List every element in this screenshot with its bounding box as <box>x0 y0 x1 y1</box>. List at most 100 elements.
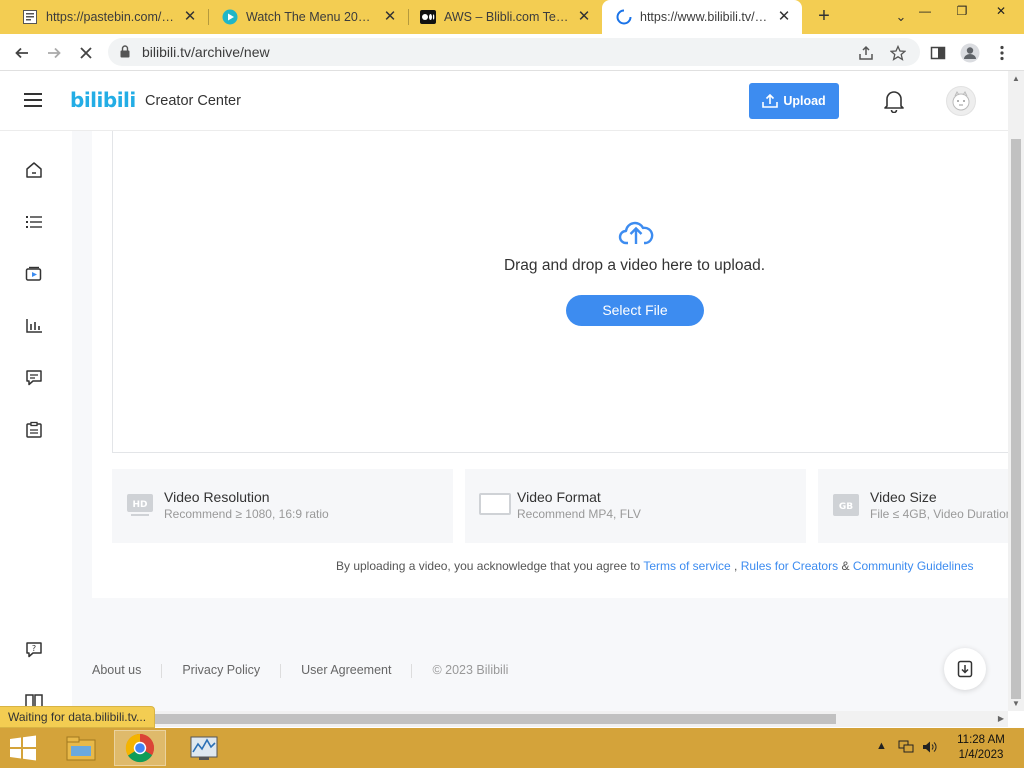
tab-title: AWS – Blibli.com Tech Bl <box>444 10 570 24</box>
footer-about-link[interactable]: About us <box>92 663 141 677</box>
loading-spinner-icon <box>616 9 632 25</box>
scroll-down-arrow-icon[interactable]: ▼ <box>1012 699 1020 708</box>
back-arrow-icon[interactable] <box>10 41 34 65</box>
page-title: Creator Center <box>145 93 241 109</box>
video-icon <box>25 266 42 281</box>
tab-aws-blibli[interactable]: AWS – Blibli.com Tech Bl ✕ <box>406 0 602 34</box>
upload-label: Upload <box>783 94 826 108</box>
close-icon[interactable]: ✕ <box>776 9 792 25</box>
profile-icon[interactable] <box>958 41 982 65</box>
address-bar[interactable]: bilibili.tv/archive/new <box>108 38 920 66</box>
sidebar-item-comments[interactable] <box>22 366 46 390</box>
forward-arrow-icon[interactable] <box>42 41 66 65</box>
requirement-desc: Recommend ≥ 1080, 16:9 ratio <box>164 507 329 521</box>
avatar[interactable] <box>946 86 976 116</box>
windows-taskbar: ▲ 11:28 AM 1/4/2023 <box>0 728 1024 768</box>
window-close-button[interactable]: ✕ <box>984 0 1018 24</box>
status-bubble: Waiting for data.bilibili.tv... <box>0 706 156 728</box>
svg-text:HD: HD <box>132 500 147 510</box>
sidebar-item-home[interactable] <box>22 158 46 182</box>
drag-drop-text: Drag and drop a video here to upload. <box>503 257 766 274</box>
requirement-title: Video Resolution <box>164 489 270 505</box>
video-format-icon <box>479 493 511 520</box>
close-icon[interactable]: ✕ <box>576 9 592 25</box>
close-icon[interactable]: ✕ <box>382 9 398 25</box>
show-hidden-icons-icon[interactable]: ▲ <box>876 740 887 752</box>
main-content: Drag and drop a video here to upload. Se… <box>72 131 1008 711</box>
tab-pastebin[interactable]: https://pastebin.com/raw ✕ <box>8 0 208 34</box>
requirement-format: Video Format Recommend MP4, FLV <box>465 469 806 543</box>
footer: About us Privacy Policy User Agreement © 20… <box>92 663 508 678</box>
agreement-amp: & <box>841 559 850 573</box>
vertical-scroll-thumb[interactable] <box>1011 139 1021 699</box>
new-tab-button[interactable]: + <box>812 5 836 29</box>
sidebar-item-list[interactable] <box>22 210 46 234</box>
clipboard-icon <box>26 421 42 438</box>
tab-strip: https://pastebin.com/raw ✕ Watch The Men… <box>0 0 1024 34</box>
download-float-button[interactable] <box>944 648 986 690</box>
windows-start-icon[interactable] <box>8 735 38 761</box>
url-text: bilibili.tv/archive/new <box>142 44 270 60</box>
tab-title: Watch The Menu 2022 fu <box>246 10 376 24</box>
requirement-title: Video Format <box>517 489 601 505</box>
restore-button[interactable]: ❐ <box>945 0 979 24</box>
agreement-text: By uploading a video, you acknowledge th… <box>336 559 974 573</box>
requirement-title: Video Size <box>870 489 937 505</box>
footer-privacy-link[interactable]: Privacy Policy <box>182 663 260 677</box>
help-icon: ? <box>26 642 42 658</box>
requirement-resolution: HD Video Resolution Recommend ≥ 1080, 16… <box>112 469 453 543</box>
browser-toolbar: bilibili.tv/archive/new <box>0 34 1024 71</box>
medium-favicon <box>420 9 436 25</box>
sidebar-item-tasks[interactable] <box>22 418 46 442</box>
tab-bilibili-active[interactable]: https://www.bilibili.tv/arc ✕ <box>602 0 802 34</box>
bell-icon[interactable] <box>883 89 905 114</box>
system-clock[interactable]: 11:28 AM 1/4/2023 <box>946 733 1016 763</box>
chrome-icon[interactable] <box>114 730 166 766</box>
bookmark-star-icon[interactable] <box>886 41 910 65</box>
lock-icon[interactable] <box>120 45 130 63</box>
vertical-scrollbar[interactable]: ▲ ▼ <box>1008 71 1024 711</box>
clock-date: 1/4/2023 <box>958 749 1004 761</box>
bilibili-logo[interactable]: bilibili <box>70 88 136 112</box>
rules-for-creators-link[interactable]: Rules for Creators <box>741 559 838 573</box>
file-explorer-icon[interactable] <box>55 730 107 766</box>
sidebar: ? <box>0 131 72 711</box>
pastebin-favicon <box>22 9 38 25</box>
scroll-up-arrow-icon[interactable]: ▲ <box>1012 74 1020 83</box>
scroll-right-arrow-icon[interactable]: ▶ <box>998 714 1004 723</box>
close-icon[interactable]: ✕ <box>182 9 198 25</box>
sidebar-item-videos[interactable] <box>22 262 46 286</box>
upload-icon <box>762 94 779 108</box>
requirement-desc: Recommend MP4, FLV <box>517 507 641 521</box>
terms-of-service-link[interactable]: Terms of service <box>643 559 730 573</box>
upload-dropzone[interactable] <box>112 131 1008 453</box>
upload-button[interactable]: Upload <box>749 83 839 119</box>
volume-icon[interactable] <box>922 740 938 757</box>
upload-card: Drag and drop a video here to upload. Se… <box>92 131 1008 598</box>
footer-user-agreement-link[interactable]: User Agreement <box>301 663 391 677</box>
community-guidelines-link[interactable]: Community Guidelines <box>853 559 974 573</box>
select-file-button[interactable]: Select File <box>566 295 704 326</box>
download-icon <box>957 660 973 678</box>
menu-icon[interactable] <box>24 93 42 109</box>
agreement-comma: , <box>734 559 738 573</box>
stop-loading-icon[interactable] <box>74 41 98 65</box>
footer-copyright: © 2023 Bilibili <box>432 663 509 677</box>
requirement-desc: File ≤ 4GB, Video Duration <box>870 507 1008 521</box>
side-panel-icon[interactable] <box>926 41 950 65</box>
tab-watch-the-menu[interactable]: Watch The Menu 2022 fu ✕ <box>208 0 408 34</box>
sidebar-item-analytics[interactable] <box>22 314 46 338</box>
hd-icon: HD <box>126 493 154 522</box>
sidebar-item-help[interactable]: ? <box>22 638 46 662</box>
minimize-button[interactable]: — <box>908 0 942 24</box>
network-icon[interactable] <box>898 740 914 757</box>
more-menu-icon[interactable] <box>990 41 1014 65</box>
svg-text:GB: GB <box>839 502 853 512</box>
system-monitor-icon[interactable] <box>178 730 230 766</box>
requirement-size: GB Video Size File ≤ 4GB, Video Duration <box>818 469 1008 543</box>
tab-title: https://www.bilibili.tv/arc <box>640 10 770 24</box>
comment-icon <box>26 370 42 386</box>
share-icon[interactable] <box>854 41 878 65</box>
clock-time: 11:28 AM <box>957 734 1005 746</box>
cloud-upload-icon <box>618 217 654 252</box>
